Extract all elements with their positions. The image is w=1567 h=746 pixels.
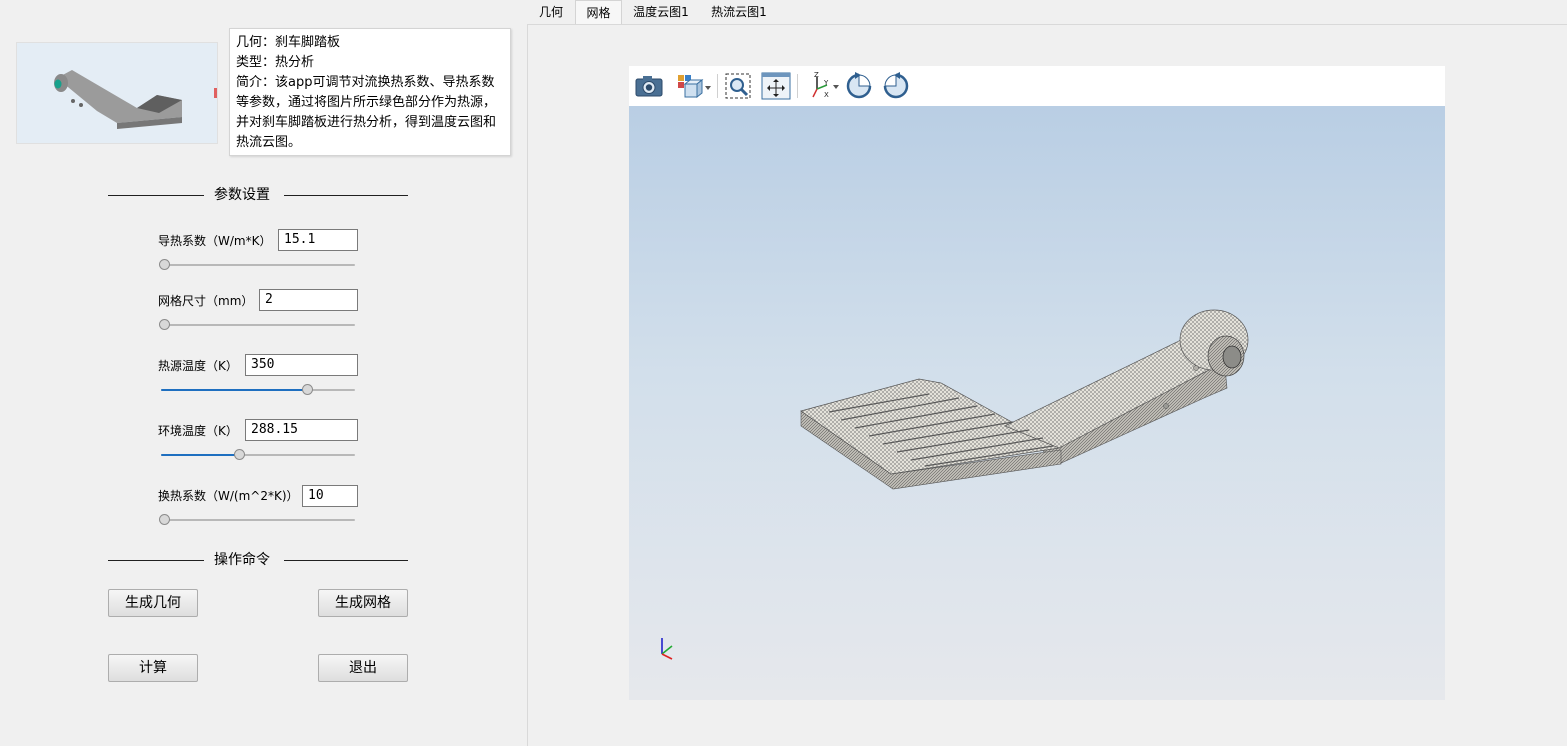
slider-handle[interactable] — [159, 514, 170, 525]
generate-geometry-button[interactable]: 生成几何 — [108, 589, 198, 617]
rotate-ccw-icon[interactable] — [843, 71, 875, 101]
commands-section-title: 操作命令 — [214, 552, 270, 568]
brake-pedal-mesh-model — [661, 309, 1249, 660]
heat-transfer-coef-slider[interactable] — [159, 514, 355, 526]
params-section-header: 参数设置 — [108, 187, 408, 203]
mesh-size-label: 网格尺寸（mm） — [158, 294, 254, 308]
section-divider — [108, 560, 204, 561]
axes-orientation-icon[interactable]: Z Y X — [805, 71, 841, 101]
heat-transfer-coef-label: 换热系数（W/(m^2*K)） — [158, 489, 299, 503]
slider-handle[interactable] — [159, 259, 170, 270]
svg-text:X: X — [824, 91, 829, 99]
tab-mesh[interactable]: 网格 — [575, 0, 622, 24]
thermal-conductivity-input[interactable]: 15.1 — [278, 229, 358, 251]
display-mode-icon[interactable] — [675, 71, 713, 101]
ambient-temp-label: 环境温度（K） — [158, 424, 238, 438]
commands-section-header: 操作命令 — [108, 552, 408, 568]
type-info: 类型：热分析 — [236, 55, 315, 70]
ambient-temp-input[interactable]: 288.15 — [245, 419, 358, 441]
heat-source-temp-label: 热源温度（K） — [158, 359, 238, 373]
viewer-toolbar: Z Y X — [629, 66, 1445, 106]
exit-button[interactable]: 退出 — [318, 654, 408, 682]
slider-handle[interactable] — [159, 319, 170, 330]
tab-geometry[interactable]: 几何 — [528, 0, 574, 24]
geometry-info: 几何：刹车脚踏板 — [236, 35, 341, 50]
mesh-viewer[interactable]: Z Y X — [629, 66, 1445, 700]
slider-handle[interactable] — [234, 449, 246, 460]
heat-source-temp-input[interactable]: 350 — [245, 354, 358, 376]
thermal-conductivity-label: 导热系数（W/m*K） — [158, 234, 272, 248]
svg-text:Y: Y — [823, 79, 829, 87]
ambient-temp-slider[interactable] — [161, 449, 355, 461]
mesh-size-input[interactable]: 2 — [259, 289, 358, 311]
zoom-box-icon[interactable] — [723, 71, 755, 101]
mesh-size-slider[interactable] — [159, 319, 355, 331]
thermal-conductivity-slider[interactable] — [159, 259, 355, 271]
tab-heat-flux-contour[interactable]: 热流云图1 — [700, 0, 778, 24]
rotate-cw-icon[interactable] — [880, 71, 912, 101]
orientation-triad — [661, 638, 673, 660]
mesh-canvas[interactable] — [629, 106, 1445, 700]
toolbar-separator — [797, 74, 798, 98]
tab-temperature-contour[interactable]: 温度云图1 — [622, 0, 700, 24]
params-section-title: 参数设置 — [214, 187, 270, 203]
app-description-box: 几何：刹车脚踏板 类型：热分析 简介：该app可调节对流换热系数、导热系数等参数… — [229, 28, 511, 156]
camera-icon[interactable] — [633, 71, 665, 101]
brake-pedal-thumbnail-image — [17, 43, 217, 143]
fit-view-icon[interactable] — [760, 71, 792, 101]
heat-transfer-coef-input[interactable]: 10 — [302, 485, 358, 507]
intro-info: 简介：该app可调节对流换热系数、导热系数等参数，通过将图片所示绿色部分作为热源… — [236, 75, 497, 150]
toolbar-separator — [717, 74, 718, 98]
generate-mesh-button[interactable]: 生成网格 — [318, 589, 408, 617]
section-divider — [284, 560, 408, 561]
heat-source-temp-slider[interactable] — [161, 384, 355, 396]
geometry-thumbnail — [16, 42, 218, 144]
section-divider — [284, 195, 408, 196]
slider-handle[interactable] — [301, 384, 313, 395]
section-divider — [108, 195, 204, 196]
compute-button[interactable]: 计算 — [108, 654, 198, 682]
svg-text:Z: Z — [814, 71, 819, 79]
